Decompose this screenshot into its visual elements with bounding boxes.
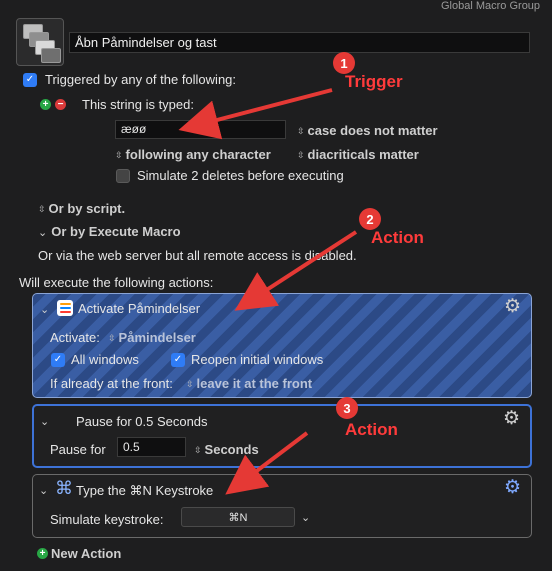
annotation-label: Trigger — [345, 72, 403, 91]
annotation-badge: 1 — [333, 52, 355, 74]
annotation-badge: 3 — [336, 397, 358, 419]
annotation-label: Action — [345, 420, 398, 439]
annotation-label: Action — [371, 228, 424, 247]
annotation-overlay — [178, 88, 358, 495]
annotation-arrow-3 — [225, 431, 309, 495]
annotation-arrow-2 — [234, 230, 358, 311]
annotation-badge: 2 — [359, 208, 381, 230]
annotation-arrow-1 — [178, 88, 333, 140]
